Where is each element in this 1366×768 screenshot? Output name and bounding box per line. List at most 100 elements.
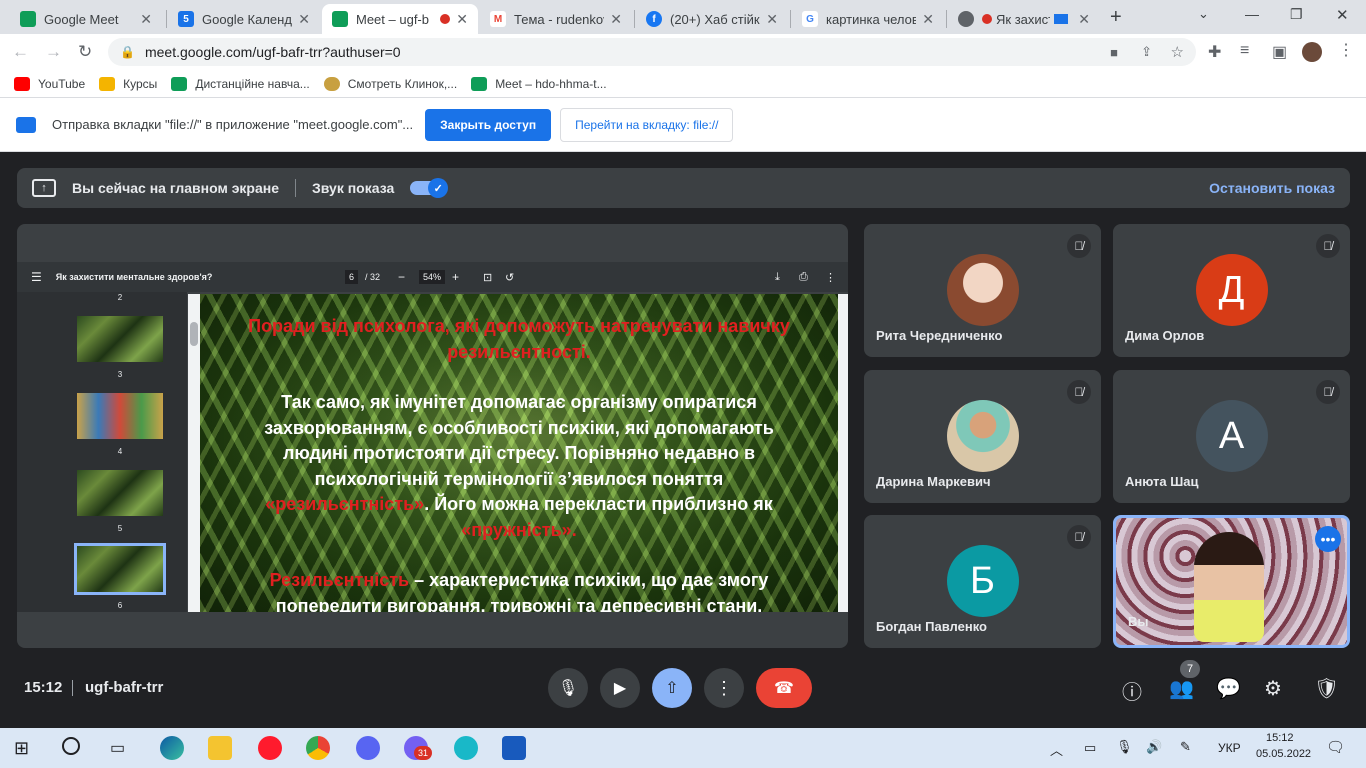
meeting-time: 15:12 — [24, 679, 63, 696]
thumbnail[interactable] — [77, 316, 163, 362]
close-icon[interactable]: ✕ — [610, 11, 622, 28]
screen-share-icon — [16, 116, 36, 133]
bookmark-meet[interactable]: Meet – hdo-hhma-t... — [471, 76, 607, 91]
menu-icon[interactable]: ⋮ — [1338, 40, 1354, 60]
back-icon[interactable]: ← — [12, 42, 29, 62]
thumbnail[interactable] — [77, 470, 163, 516]
goto-tab-button[interactable]: Перейти на вкладку: file:// — [560, 107, 734, 142]
maximize-icon[interactable]: ❐ — [1290, 6, 1303, 23]
participant-tile[interactable]: A 🎙̸ Анюта Шац — [1113, 370, 1350, 503]
thumbnail-selected[interactable] — [74, 543, 166, 595]
sidepanel-icon[interactable]: ▣ — [1272, 42, 1287, 62]
more-options-button[interactable]: ⋮ — [704, 668, 744, 708]
language-indicator[interactable]: УКР — [1218, 741, 1241, 755]
bookmark-distance[interactable]: Дистанційне навча... — [171, 76, 310, 91]
media-icon[interactable]: ≡ — [1240, 42, 1249, 60]
participant-tile[interactable]: 🎙̸ Рита Чередниченко — [864, 224, 1101, 357]
tray-chevron-icon[interactable]: ︿ — [1050, 740, 1063, 759]
info-icon[interactable]: ⓘ — [1122, 676, 1142, 705]
close-window-icon[interactable]: ✕ — [1336, 6, 1349, 24]
close-icon[interactable]: ✕ — [140, 11, 152, 28]
more-options-icon[interactable]: ••• — [1315, 526, 1341, 552]
battery-icon[interactable]: ▭ — [1084, 740, 1096, 756]
tab-google-calendar[interactable]: 5Google Календар✕ — [168, 4, 320, 34]
avatar — [946, 254, 1019, 326]
chat-icon[interactable]: 💬 — [1216, 676, 1241, 701]
discord-icon[interactable] — [356, 736, 380, 760]
chrome-icon[interactable] — [306, 736, 330, 760]
print-icon[interactable]: ⎙ — [799, 271, 808, 284]
reload-icon[interactable]: ↻ — [78, 42, 92, 62]
menu-icon[interactable]: ☰ — [31, 270, 42, 284]
task-view-icon[interactable]: ▭ — [110, 738, 125, 758]
participant-tile[interactable]: Д 🎙̸ Дима Орлов — [1113, 224, 1350, 357]
app-icon[interactable] — [454, 736, 478, 760]
fit-page-icon[interactable]: ⊡ — [483, 271, 492, 284]
close-icon[interactable]: ✕ — [456, 11, 468, 28]
page-input[interactable]: 6 — [345, 270, 359, 284]
volume-icon[interactable]: 🔊 — [1146, 739, 1162, 755]
address-bar[interactable]: 🔒 meet.google.com/ugf-bafr-trr?authuser=… — [108, 38, 1196, 66]
thumbnail[interactable] — [77, 393, 163, 439]
recording-icon — [982, 14, 992, 24]
present-button[interactable]: ⇧ — [652, 668, 692, 708]
share-icon[interactable]: ⇪ — [1141, 44, 1152, 60]
mic-button[interactable]: 🎙 — [548, 668, 588, 708]
avatar[interactable] — [1302, 42, 1322, 62]
slide-paragraph-2: Резильєнтність – характеристика психіки,… — [269, 570, 769, 612]
word-icon[interactable] — [502, 736, 526, 760]
zoom-out-icon[interactable]: − — [398, 270, 405, 284]
close-icon[interactable]: ✕ — [1078, 11, 1090, 28]
close-icon[interactable]: ✕ — [766, 11, 778, 28]
activities-icon[interactable]: ⚙ — [1264, 676, 1282, 701]
close-icon[interactable]: ✕ — [298, 11, 310, 28]
camera-button[interactable]: ▶ — [600, 668, 640, 708]
tab-pdf[interactable]: Як захист ✕ — [948, 4, 1100, 34]
lock-icon: 🔒 — [120, 45, 135, 59]
extensions-icon[interactable]: ✚ — [1208, 42, 1221, 62]
tab-google-search[interactable]: Gкартинка челове ✕ — [792, 4, 944, 34]
self-video — [1194, 532, 1264, 642]
participant-tile[interactable]: 🎙̸ Дарина Маркевич — [864, 370, 1101, 503]
host-controls-icon[interactable]: 🛡 — [1314, 676, 1339, 701]
close-icon[interactable]: ✕ — [922, 11, 934, 28]
stop-presenting-button[interactable]: Остановить показ — [1209, 180, 1335, 196]
more-icon[interactable]: ⋮ — [825, 271, 836, 284]
opera-icon[interactable] — [258, 736, 282, 760]
leave-call-button[interactable]: ☎ — [756, 668, 812, 708]
bookmark-youtube[interactable]: YouTube — [14, 76, 85, 91]
zoom-in-icon[interactable]: + — [452, 270, 459, 284]
participant-tile[interactable]: Б 🎙̸ Богдан Павленко — [864, 515, 1101, 648]
bookmark-klinok[interactable]: Смотреть Клинок,... — [323, 76, 457, 91]
edge-icon[interactable] — [160, 736, 184, 760]
search-icon[interactable] — [62, 737, 80, 755]
forward-icon[interactable]: → — [45, 42, 62, 62]
windows-start-icon[interactable]: ⊞ — [14, 738, 29, 759]
notifications-icon[interactable]: 🗨 — [1326, 738, 1345, 756]
new-tab-icon[interactable]: + — [1110, 6, 1122, 29]
clock-time[interactable]: 15:12 — [1266, 732, 1294, 744]
star-icon[interactable]: ☆ — [1171, 43, 1184, 61]
minimize-icon[interactable]: — — [1245, 6, 1259, 22]
tab-search-icon[interactable]: ⌄ — [1198, 6, 1209, 22]
tab-gmail[interactable]: M Тема - rudenkov ✕ — [480, 4, 632, 34]
tab-google-meet[interactable]: Google Meet ✕ — [10, 4, 162, 34]
bookmark-kursy[interactable]: Курсы — [99, 76, 157, 91]
scrollbar[interactable] — [838, 294, 848, 612]
people-icon[interactable]: 👥 — [1169, 676, 1194, 701]
self-video-tile[interactable]: ••• Вы — [1113, 515, 1350, 648]
camera-icon[interactable]: ■ — [1110, 45, 1118, 60]
recording-icon — [440, 14, 451, 24]
tab-meet-active[interactable]: Meet – ugf-b ✕ — [322, 4, 478, 34]
sound-toggle[interactable]: ✓ — [410, 178, 449, 198]
pen-icon[interactable]: ✎ — [1180, 739, 1191, 755]
clock-date[interactable]: 05.05.2022 — [1256, 748, 1311, 760]
close-access-button[interactable]: Закрыть доступ — [425, 108, 552, 141]
zoom-input[interactable]: 54% — [419, 270, 446, 284]
explorer-icon[interactable] — [208, 736, 232, 760]
tab-facebook[interactable]: f (20+) Хаб стійко ✕ — [636, 4, 788, 34]
mic-tray-icon[interactable]: 🎙 — [1116, 739, 1133, 755]
download-icon[interactable]: ⤓ — [775, 271, 780, 284]
rotate-icon[interactable]: ↺ — [505, 271, 514, 284]
scrollbar[interactable] — [188, 294, 200, 612]
